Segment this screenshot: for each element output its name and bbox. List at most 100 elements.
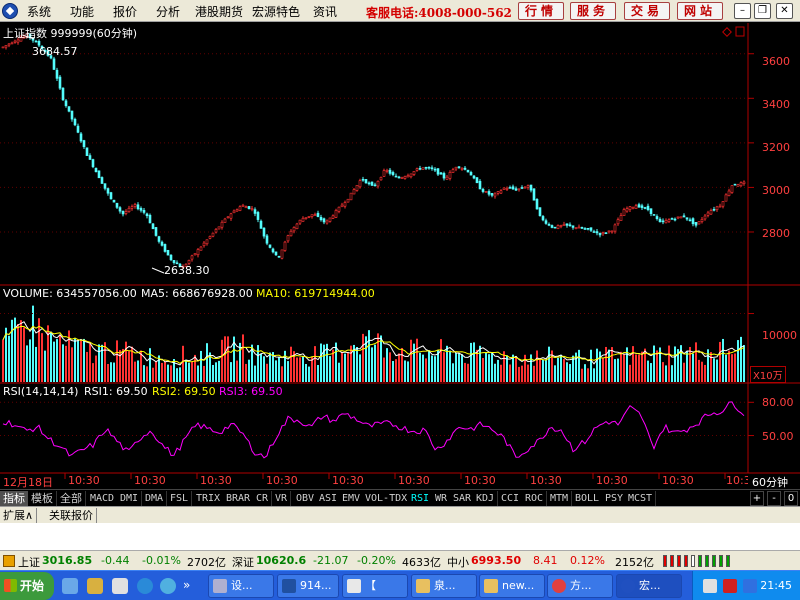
candle-body bbox=[415, 168, 419, 171]
indicator-tab-dmi[interactable]: DMI bbox=[117, 491, 143, 506]
desktop-icon[interactable] bbox=[62, 578, 78, 594]
task-button[interactable]: 设... bbox=[208, 574, 274, 598]
start-button[interactable]: 开始 bbox=[0, 572, 54, 600]
window-icon[interactable] bbox=[112, 578, 128, 594]
indicator-tab-fsl[interactable]: FSL bbox=[167, 491, 193, 506]
indicator-tab-模板[interactable]: 模板 bbox=[28, 491, 57, 506]
menu-function[interactable]: 功能 bbox=[70, 3, 94, 20]
candle-body bbox=[160, 241, 164, 246]
indicator-tab-asi[interactable]: ASI bbox=[316, 491, 342, 506]
related-quotes-tab[interactable]: 关联报价 bbox=[46, 508, 97, 523]
indicator-tab-roc[interactable]: ROC bbox=[522, 491, 548, 506]
menu-system[interactable]: 系统 bbox=[27, 3, 51, 20]
zoom-out-button[interactable]: - bbox=[767, 491, 781, 506]
chevron-icon[interactable]: » bbox=[183, 578, 199, 594]
candle-body bbox=[403, 176, 407, 179]
indicator-tab-brar[interactable]: BRAR bbox=[223, 491, 255, 506]
task-button[interactable]: 方... bbox=[547, 574, 613, 598]
menu-news[interactable]: 资讯 bbox=[313, 3, 337, 20]
folder-icon[interactable] bbox=[87, 578, 103, 594]
indicator-tab-cci[interactable]: CCI bbox=[498, 491, 524, 506]
indicator-tab-dma[interactable]: DMA bbox=[142, 491, 168, 506]
indicator-tab-boll[interactable]: BOLL bbox=[572, 491, 604, 506]
indicator-tab-emv[interactable]: EMV bbox=[339, 491, 365, 506]
indicator-tab-psy[interactable]: PSY bbox=[602, 491, 628, 506]
task-button[interactable]: 泉... bbox=[411, 574, 477, 598]
zoom-reset-button[interactable]: 0 bbox=[784, 491, 798, 506]
volume-bar bbox=[215, 362, 217, 382]
market-button[interactable]: 行情 bbox=[518, 2, 564, 20]
menu-quote[interactable]: 报价 bbox=[113, 3, 137, 20]
shield-icon[interactable] bbox=[743, 579, 757, 593]
indicator-tab-vr[interactable]: VR bbox=[272, 491, 292, 506]
close-icon[interactable]: ✕ bbox=[776, 3, 793, 19]
volume-bar bbox=[410, 339, 412, 382]
network-icon[interactable] bbox=[723, 579, 737, 593]
volume-bar bbox=[374, 344, 376, 382]
task-button-active[interactable]: 宏... bbox=[616, 574, 682, 598]
level-cell bbox=[698, 555, 702, 567]
volume-bar bbox=[464, 362, 466, 382]
keyboard-icon[interactable] bbox=[703, 579, 717, 593]
clock[interactable]: 21:45 bbox=[760, 579, 792, 592]
menu-hk-futures[interactable]: 港股期货 bbox=[195, 3, 243, 20]
volume-bar bbox=[401, 347, 403, 382]
volume-bar bbox=[359, 354, 361, 382]
volume-bar bbox=[386, 348, 388, 382]
volume-bar bbox=[620, 351, 622, 382]
indicator-tab-kdj[interactable]: KDJ bbox=[473, 491, 499, 506]
status-icon[interactable] bbox=[3, 555, 15, 567]
price-panel-title: 上证指数 999999(60分钟) bbox=[3, 27, 138, 40]
indicator-tab-macd[interactable]: MACD bbox=[87, 491, 119, 506]
period-label[interactable]: 60分钟 bbox=[752, 474, 788, 490]
sme-index-name[interactable]: 中小 bbox=[447, 554, 469, 570]
volume-bar bbox=[413, 343, 415, 382]
volume-bar bbox=[257, 345, 259, 382]
volume-bar bbox=[485, 352, 487, 382]
indicator-tab-mcst[interactable]: MCST bbox=[625, 491, 657, 506]
indicator-tab-rsi[interactable]: RSI bbox=[408, 491, 434, 506]
task-button[interactable]: 914... bbox=[277, 574, 339, 598]
task-button[interactable]: new... bbox=[479, 574, 545, 598]
candle-body bbox=[688, 219, 692, 222]
indicator-tab-指标[interactable]: 指标 bbox=[0, 491, 29, 506]
trade-button[interactable]: 交易 bbox=[624, 2, 670, 20]
volume-bar bbox=[92, 363, 94, 382]
ie-icon[interactable] bbox=[137, 578, 153, 594]
candle-body bbox=[496, 191, 500, 194]
indicator-tab-trix[interactable]: TRIX bbox=[193, 491, 225, 506]
candle-body bbox=[508, 187, 512, 189]
zoom-in-button[interactable]: + bbox=[750, 491, 764, 506]
indicator-tab-vol-tdx[interactable]: VOL-TDX bbox=[362, 491, 412, 506]
volume-bar bbox=[350, 345, 352, 382]
volume-bar bbox=[287, 361, 289, 382]
service-button[interactable]: 服务 bbox=[570, 2, 616, 20]
browser-icon[interactable] bbox=[160, 578, 176, 594]
volume-bar bbox=[554, 365, 556, 382]
chart-area[interactable] bbox=[0, 23, 800, 490]
time-label: 10:30 bbox=[134, 474, 166, 487]
taskbar: 开始 » 设... 914... 【 泉... new... 方... 宏...… bbox=[0, 570, 800, 600]
app-logo-icon[interactable] bbox=[2, 3, 18, 19]
candle-body bbox=[589, 227, 593, 231]
volume-bar bbox=[587, 368, 589, 382]
indicator-tab-obv[interactable]: OBV bbox=[293, 491, 319, 506]
website-button[interactable]: 网站 bbox=[677, 2, 723, 20]
indicator-tab-sar[interactable]: SAR bbox=[450, 491, 476, 506]
indicator-tab-mtm[interactable]: MTM bbox=[547, 491, 573, 506]
sme-index-change: 8.41 bbox=[533, 554, 558, 567]
sz-index-name[interactable]: 深证 bbox=[232, 554, 254, 570]
task-button[interactable]: 【 bbox=[342, 574, 408, 598]
sh-index-name[interactable]: 上证 bbox=[18, 554, 40, 570]
restore-icon[interactable]: ❐ bbox=[754, 3, 771, 19]
menu-hongyuan-features[interactable]: 宏源特色 bbox=[252, 3, 300, 20]
candle-body bbox=[85, 147, 89, 156]
indicator-tab-全部[interactable]: 全部 bbox=[57, 491, 86, 506]
expand-tab[interactable]: 扩展∧ bbox=[0, 508, 38, 523]
indicator-tab-cr[interactable]: CR bbox=[253, 491, 273, 506]
candle-body bbox=[151, 223, 155, 230]
volume-bar bbox=[434, 356, 436, 382]
indicator-tab-wr[interactable]: WR bbox=[432, 491, 452, 506]
menu-analysis[interactable]: 分析 bbox=[156, 3, 180, 20]
minimize-icon[interactable]: – bbox=[734, 3, 751, 19]
